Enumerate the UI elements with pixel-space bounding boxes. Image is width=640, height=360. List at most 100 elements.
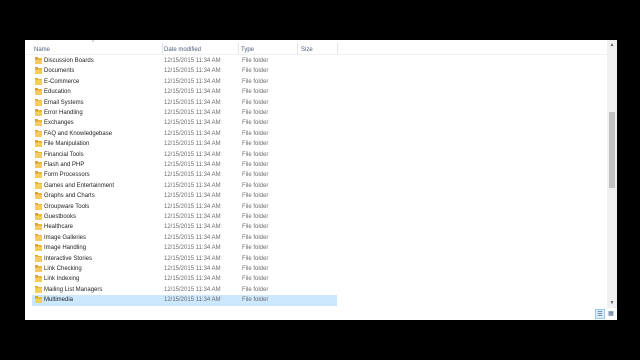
file-list-row[interactable]: Games and Entertainment 12/15/2015 11:34 … [32,181,337,191]
column-header-date-modified[interactable]: Date modified [164,45,201,55]
file-type: File folder [242,276,269,283]
file-list-row[interactable]: Link Indexing 12/15/2015 11:34 AM File fol… [32,274,337,284]
status-bar: ☰ ▦ [25,308,617,320]
file-list-row[interactable]: Graphs and Charts 12/15/2015 11:34 AM File… [32,191,337,201]
file-type: File folder [242,286,269,293]
file-name[interactable]: Interactive Stories [44,254,92,264]
file-name[interactable]: Flash and PHP [44,160,84,170]
folder-icon [35,140,42,148]
file-list-row[interactable]: E-Commerce 12/15/2015 11:34 AM File folder [32,77,337,87]
scroll-up-arrow-icon[interactable]: ▲ [607,40,617,50]
scroll-down-arrow-icon[interactable]: ▼ [607,298,617,308]
file-name[interactable]: Error Handling [44,108,83,118]
file-list-row[interactable]: Mailing List Managers 12/15/2015 11:34 AM… [32,285,337,295]
file-name[interactable]: Financial Tools [44,150,84,160]
file-type: File folder [242,141,269,148]
file-list-row[interactable]: Flash and PHP 12/15/2015 11:34 AM File fol… [32,160,337,170]
column-header-bar: ^ Name Date modified Type Size [25,40,607,55]
file-list-row[interactable]: Interactive Stories 12/15/2015 11:34 AM Fi… [32,254,337,264]
file-date-modified: 12/15/2015 11:34 AM [164,130,221,137]
file-name[interactable]: E-Commerce [44,77,79,87]
file-name[interactable]: Education [44,87,71,97]
file-list-row[interactable]: File Manipulation 12/15/2015 11:34 AM File… [32,139,337,149]
file-list-row[interactable]: Form Processors 12/15/2015 11:34 AM File f… [32,170,337,180]
folder-icon [35,129,42,137]
file-name[interactable]: Graphs and Charts [44,191,95,201]
folder-icon [35,275,42,283]
folder-icon [35,67,42,75]
column-divider[interactable] [297,43,298,54]
file-date-modified: 12/15/2015 11:34 AM [164,182,221,189]
folder-icon [35,192,42,200]
folder-icon [35,202,42,210]
file-name[interactable]: Documents [44,66,74,76]
column-divider[interactable] [337,43,338,54]
file-list-row[interactable]: Guestbooks 12/15/2015 11:34 AM File folder [32,212,337,222]
file-type: File folder [242,255,269,262]
folder-icon [35,77,42,85]
file-date-modified: 12/15/2015 11:34 AM [164,99,221,106]
column-divider[interactable] [162,43,163,54]
file-name[interactable]: Groupware Tools [44,202,89,212]
file-type: File folder [242,193,269,200]
file-list-row[interactable]: Error Handling 12/15/2015 11:34 AM File fo… [32,108,337,118]
file-list-row[interactable]: Image Handling 12/15/2015 11:34 AM File fo… [32,243,337,253]
file-name[interactable]: Multimedia [44,295,73,305]
file-date-modified: 12/15/2015 11:34 AM [164,58,221,64]
file-list-row[interactable]: Email Systems 12/15/2015 11:34 AM File fol… [32,98,337,108]
column-header-size[interactable]: Size [301,45,313,55]
file-date-modified: 12/15/2015 11:34 AM [164,203,221,210]
folder-icon [35,150,42,158]
details-view-icon[interactable]: ☰ [595,309,605,319]
file-name[interactable]: FAQ and Knowledgebase [44,129,112,139]
file-name[interactable]: Healthcare [44,222,73,232]
file-date-modified: 12/15/2015 11:34 AM [164,234,221,241]
file-date-modified: 12/15/2015 11:34 AM [164,172,221,179]
file-list-row[interactable]: Exchanges 12/15/2015 11:34 AM File folder [32,118,337,128]
column-header-name[interactable]: Name [34,45,50,55]
file-type: File folder [242,234,269,241]
folder-icon [35,254,42,262]
file-list-row[interactable]: FAQ and Knowledgebase 12/15/2015 11:34 AM… [32,129,337,139]
file-type: File folder [242,266,269,272]
file-list-row[interactable]: Discussion Boards 12/15/2015 11:34 AM File… [32,56,337,66]
file-type: File folder [242,224,269,231]
file-date-modified: 12/15/2015 11:34 AM [164,162,221,168]
file-name[interactable]: Guestbooks [44,212,76,222]
column-header-type[interactable]: Type [241,45,254,55]
file-name[interactable]: Exchanges [44,118,74,128]
column-divider[interactable] [238,43,239,54]
scrollbar-thumb[interactable] [609,112,615,188]
folder-icon [35,181,42,189]
file-name[interactable]: Link Indexing [44,274,79,284]
file-name[interactable]: Image Galleries [44,233,86,243]
file-list-row[interactable]: Financial Tools 12/15/2015 11:34 AM File f… [32,150,337,160]
file-list-row[interactable]: Education 12/15/2015 11:34 AM File folder [32,87,337,97]
folder-icon [35,119,42,127]
file-name[interactable]: Games and Entertainment [44,181,114,191]
file-list-row[interactable]: Image Galleries 12/15/2015 11:34 AM File f… [32,233,337,243]
file-date-modified: 12/15/2015 11:34 AM [164,266,221,272]
file-type: File folder [242,297,269,304]
file-name[interactable]: Email Systems [44,98,84,108]
file-type: File folder [242,151,269,158]
file-list-row[interactable]: Healthcare 12/15/2015 11:34 AM File folder [32,222,337,232]
file-type: File folder [242,214,269,220]
file-date-modified: 12/15/2015 11:34 AM [164,245,221,252]
file-name[interactable]: Discussion Boards [44,56,94,66]
folder-icon [35,57,42,64]
file-name[interactable]: Link Checking [44,264,82,274]
file-name[interactable]: Mailing List Managers [44,285,102,295]
file-date-modified: 12/15/2015 11:34 AM [164,151,221,158]
file-date-modified: 12/15/2015 11:34 AM [164,193,221,200]
vertical-scrollbar[interactable]: ▲ ▼ [607,40,617,308]
file-explorer-window: ^ Name Date modified Type Size Discussio… [25,40,617,320]
file-name[interactable]: File Manipulation [44,139,89,149]
file-list-row[interactable]: Groupware Tools 12/15/2015 11:34 AM File f… [32,202,337,212]
file-list-row[interactable]: Link Checking 12/15/2015 11:34 AM File fol… [32,264,337,274]
file-list-row[interactable]: Multimedia 12/15/2015 11:34 AM File folder [32,295,337,306]
file-list-row[interactable]: Documents 12/15/2015 11:34 AM File folder [32,66,337,76]
file-name[interactable]: Form Processors [44,170,90,180]
large-icons-view-icon[interactable]: ▦ [606,309,616,319]
file-name[interactable]: Image Handling [44,243,86,253]
